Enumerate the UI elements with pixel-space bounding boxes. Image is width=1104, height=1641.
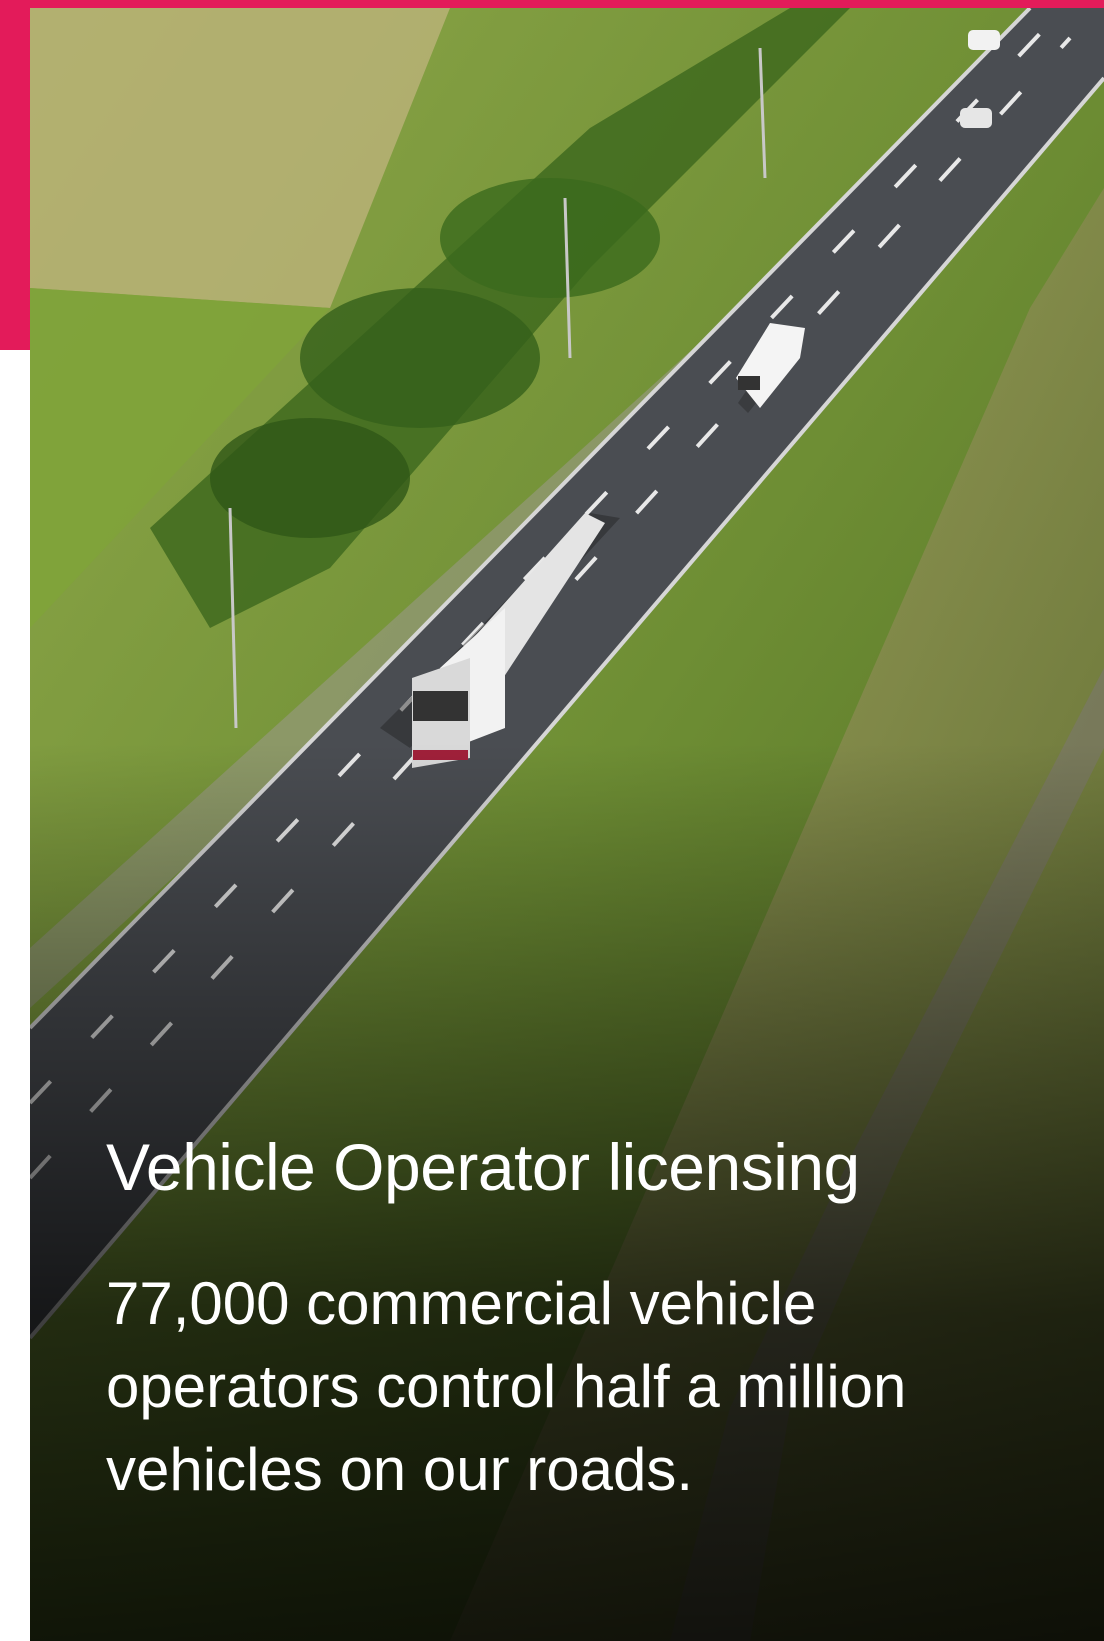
card-content: Vehicle Operator licensing 77,000 commer… [106,1128,1026,1512]
page: Vehicle Operator licensing 77,000 commer… [0,0,1104,1641]
info-card[interactable]: Vehicle Operator licensing 77,000 commer… [30,8,1104,1641]
card-description: 77,000 commercial vehicle operators cont… [106,1270,907,1503]
card-title[interactable]: Vehicle Operator licensing [106,1128,1026,1207]
accent-side-bar [0,0,30,350]
accent-top-bar [0,0,1104,8]
